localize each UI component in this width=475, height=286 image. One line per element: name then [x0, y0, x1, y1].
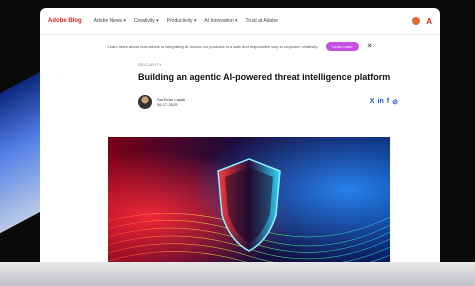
banner-learn-more-button[interactable]: Learn more — [326, 41, 359, 51]
site-logo[interactable]: Adobe Blog — [48, 18, 82, 24]
laptop-screen: Adobe Blog Adobe News ▾ Creativity ▾ Pro… — [40, 8, 440, 270]
copy-link-icon[interactable]: ⊘ — [392, 98, 398, 106]
author-info: Sai Kiran Lapali 06-17-2025 — [157, 97, 185, 107]
announcement-banner: Learn more about how Adobe is integratin… — [40, 41, 440, 51]
article-title: Building an agentic AI-powered threat in… — [138, 72, 391, 82]
user-avatar[interactable] — [412, 17, 421, 25]
linkedin-share-icon[interactable]: in — [378, 98, 384, 106]
x-share-icon[interactable]: X — [370, 98, 375, 106]
laptop-base — [0, 262, 475, 286]
article-header: SECURITY Building an agentic AI-powered … — [138, 62, 398, 109]
nav-item-creativity[interactable]: Creativity ▾ — [134, 18, 159, 24]
close-icon[interactable]: ✕ — [367, 42, 373, 50]
nav-item-ai-innovation[interactable]: AI Innovation ▾ — [204, 18, 237, 24]
top-navigation: Adobe Blog Adobe News ▾ Creativity ▾ Pro… — [40, 8, 440, 35]
banner-text: Learn more about how Adobe is integratin… — [107, 43, 319, 49]
nav-item-trust[interactable]: Trust at Adobe — [246, 18, 278, 24]
adobe-logo-icon[interactable]: A — [426, 17, 432, 26]
nav-item-productivity[interactable]: Productivity ▾ — [167, 18, 197, 24]
topbar-right: A — [412, 17, 432, 26]
shield-hero-illustration — [108, 137, 390, 270]
nav-item-news[interactable]: Adobe News ▾ — [94, 18, 126, 24]
author-avatar — [138, 95, 152, 109]
article-category[interactable]: SECURITY — [138, 62, 398, 67]
article-date: 06-17-2025 — [157, 102, 178, 107]
nav-menu: Adobe News ▾ Creativity ▾ Productivity ▾… — [94, 18, 413, 24]
facebook-share-icon[interactable]: f — [387, 98, 389, 106]
share-icons: X in f ⊘ — [370, 98, 398, 106]
author-row: Sai Kiran Lapali 06-17-2025 X in f ⊘ — [138, 95, 398, 109]
hero-image — [108, 137, 390, 270]
